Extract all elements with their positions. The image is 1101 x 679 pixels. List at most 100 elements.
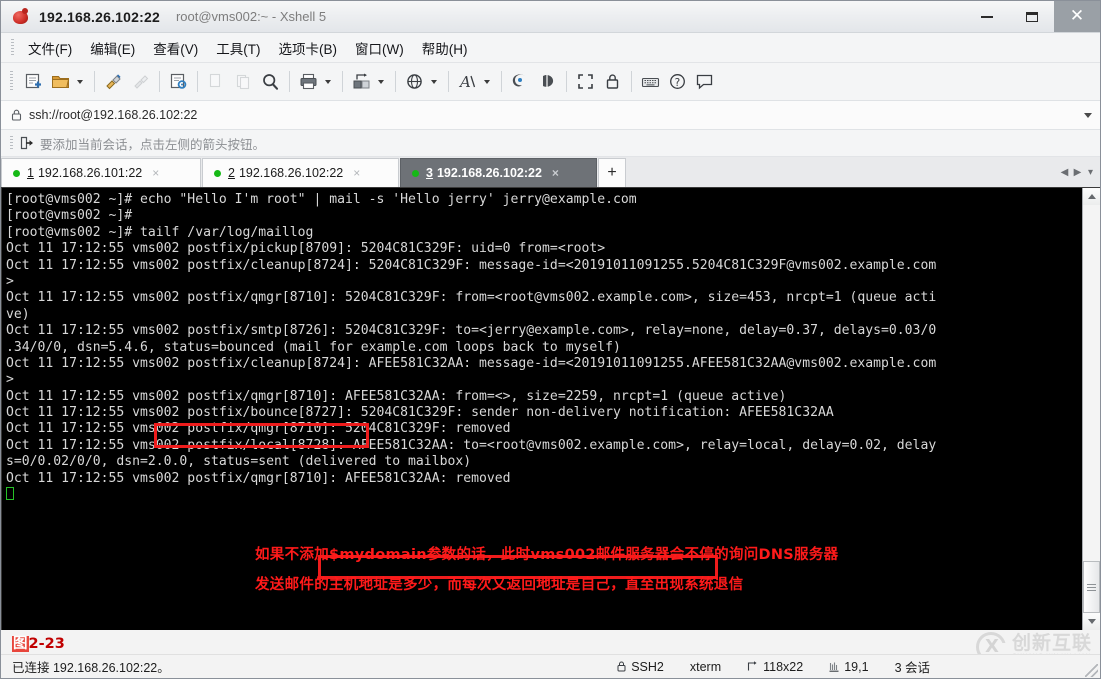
highlight-icon[interactable] [535, 69, 560, 95]
menu-file[interactable]: 文件(F) [20, 35, 80, 61]
disconnect-icon [128, 69, 153, 95]
scroll-up-icon[interactable] [1083, 188, 1100, 205]
tab-label: 192.168.26.101:22 [37, 166, 143, 180]
find-icon[interactable] [258, 69, 283, 95]
cursor-icon [829, 661, 839, 672]
terminal-line: Oct 11 17:12:55 vms002 postfix/pickup[87… [6, 241, 606, 257]
figure-caption-number: 2-23 [28, 635, 65, 652]
tab-strip: 1 192.168.26.101:22 × 2 192.168.26.102:2… [1, 157, 1100, 188]
terminal-scrollbar[interactable] [1082, 188, 1100, 630]
feedback-icon[interactable] [692, 69, 717, 95]
figure-caption: 图2-23 [12, 632, 65, 653]
tab-session-3[interactable]: 3 192.168.26.102:22 × [400, 158, 597, 187]
font-icon[interactable]: A [455, 69, 480, 95]
chevron-down-icon[interactable] [1084, 101, 1092, 129]
new-tab-button[interactable]: + [598, 158, 626, 187]
menu-view[interactable]: 查看(V) [145, 35, 206, 61]
status-protocol: SSH2 [617, 660, 664, 674]
status-bar: 已连接 192.168.26.102:22。 SSH2 xterm 118x22… [1, 654, 1100, 678]
block-cursor [6, 487, 14, 501]
status-size: 118x22 [747, 660, 803, 674]
session-properties-icon[interactable] [166, 69, 191, 95]
tab-status-dot [13, 169, 20, 177]
fullscreen-icon[interactable] [573, 69, 598, 95]
terminal-line: Oct 11 17:12:55 vms002 postfix/qmgr[8710… [6, 290, 937, 306]
open-folder-caret-icon[interactable] [74, 69, 86, 95]
svg-text:?: ? [675, 77, 681, 89]
terminal-screen[interactable]: [root@vms002 ~]# echo "Hello I'm root" |… [2, 188, 1082, 630]
terminal-area: [root@vms002 ~]# echo "Hello I'm root" |… [1, 188, 1100, 630]
font-caret-icon[interactable] [481, 69, 493, 95]
address-value[interactable]: ssh://root@192.168.26.102:22 [29, 108, 197, 122]
annotation-line-2: 发送邮件的主机地址是多少，而每次又返回地址是自己，直至出现系统退信 [255, 577, 744, 593]
menu-window[interactable]: 窗口(W) [347, 35, 412, 61]
minimize-button[interactable] [964, 1, 1009, 32]
resize-grip[interactable] [1085, 664, 1098, 677]
title-bar: 192.168.26.102:22 root@vms002:~ - Xshell… [1, 1, 1100, 33]
maximize-button[interactable] [1009, 1, 1054, 32]
xshell-window: 192.168.26.102:22 root@vms002:~ - Xshell… [0, 0, 1101, 679]
terminal-line: Oct 11 17:12:55 vms002 postfix/bounce[87… [6, 405, 834, 421]
terminal-output: [root@vms002 ~]# echo "Hello I'm root" |… [6, 192, 1082, 503]
tab-list-menu-icon[interactable]: ▾ [1084, 158, 1097, 187]
tab-label: 192.168.26.102:22 [436, 166, 542, 180]
tab-session-1[interactable]: 1 192.168.26.101:22 × [1, 158, 201, 187]
tab-number: 2 [228, 166, 235, 180]
terminal-line: Oct 11 17:12:55 vms002 postfix/qmgr[8710… [6, 470, 511, 486]
window-subtitle: root@vms002:~ - Xshell 5 [175, 9, 327, 24]
terminal-line: Oct 11 17:12:55 vms002 postfix/smtp[8726… [6, 323, 937, 339]
tab-status-dot [412, 169, 419, 177]
open-folder-icon[interactable] [48, 69, 73, 95]
close-button[interactable]: ✕ [1054, 1, 1100, 32]
print-caret-icon[interactable] [322, 69, 334, 95]
menu-drag-handle[interactable] [11, 39, 14, 56]
scrollbar-thumb[interactable] [1083, 561, 1100, 613]
address-bar[interactable]: ssh://root@192.168.26.102:22 [1, 101, 1100, 130]
terminal-prompt-line [6, 487, 1082, 503]
tab-close-icon[interactable]: × [552, 166, 559, 180]
hint-drag-handle[interactable] [10, 135, 13, 151]
resize-icon [747, 661, 758, 672]
terminal-line: s=0/0.02/0/0, dsn=2.0.0, status=sent (de… [6, 454, 472, 470]
new-session-icon[interactable] [21, 69, 46, 95]
hint-text: 要添加当前会话，点击左侧的箭头按钮。 [40, 137, 266, 152]
terminal-line: Oct 11 17:12:55 vms002 postfix/qmgr[8710… [6, 388, 787, 404]
tab-label: 192.168.26.102:22 [238, 166, 344, 180]
transfer-caret-icon[interactable] [375, 69, 387, 95]
svg-text:A: A [458, 73, 471, 91]
toolbar-drag-handle[interactable] [10, 71, 13, 92]
tab-close-icon[interactable]: × [353, 166, 360, 180]
session-hint-bar: 要添加当前会话，点击左侧的箭头按钮。 [1, 130, 1100, 157]
tab-close-icon[interactable]: × [152, 166, 159, 180]
annotation-line-1: 如果不添加$mydomain参数的话，此时vms002邮件服务器会不停的询问DN… [255, 547, 839, 563]
terminal-line: Oct 11 17:12:55 vms002 postfix/qmgr[8710… [6, 421, 511, 437]
web-browser-icon[interactable] [402, 69, 427, 95]
menu-edit[interactable]: 编辑(E) [82, 35, 143, 61]
terminal-line: > [6, 372, 14, 388]
transfer-file-icon[interactable] [349, 69, 374, 95]
window-controls: ✕ [964, 1, 1100, 32]
terminal-line: ve) [6, 306, 30, 322]
menu-tab[interactable]: 选项卡(B) [271, 35, 346, 61]
connect-icon[interactable] [101, 69, 126, 95]
scrollbar-track[interactable] [1083, 205, 1100, 613]
status-indicators: SSH2 xterm 118x22 19,1 3 会话 [591, 655, 930, 678]
web-caret-icon[interactable] [428, 69, 440, 95]
compose-icon[interactable] [508, 69, 533, 95]
figure-caption-row: 图2-23 创新互联 CHUANG XIN HU LIAN [1, 630, 1100, 662]
status-term-type: xterm [689, 659, 722, 674]
scroll-down-icon[interactable] [1083, 613, 1100, 630]
add-session-icon[interactable] [20, 136, 34, 150]
terminal-line: [root@vms002 ~]# echo "Hello I'm root" |… [6, 192, 637, 207]
menu-tools[interactable]: 工具(T) [208, 35, 268, 61]
print-icon[interactable] [296, 69, 321, 95]
tab-scroll-right-icon[interactable]: ▶ [1071, 158, 1084, 187]
terminal-line: [root@vms002 ~]# [6, 208, 133, 224]
help-icon[interactable]: ? [665, 69, 690, 95]
menu-help[interactable]: 帮助(H) [414, 35, 476, 61]
tab-scroll-left-icon[interactable]: ◀ [1058, 158, 1071, 187]
lock-icon[interactable] [600, 69, 625, 95]
paste-icon [231, 69, 256, 95]
keyboard-icon[interactable] [638, 69, 663, 95]
tab-session-2[interactable]: 2 192.168.26.102:22 × [202, 158, 399, 187]
